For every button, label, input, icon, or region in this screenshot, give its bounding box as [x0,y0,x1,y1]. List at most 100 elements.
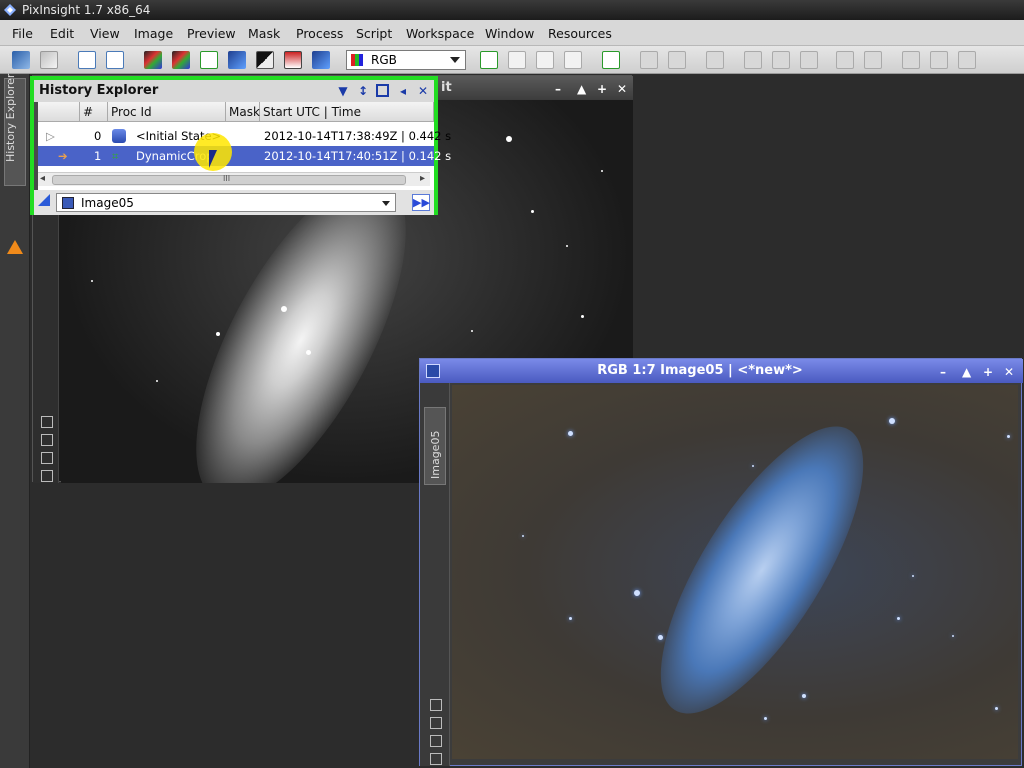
invert-icon[interactable] [256,51,274,69]
float-icon[interactable] [376,84,389,97]
menu-mask[interactable]: Mask [248,26,280,41]
close-icon[interactable]: ✕ [1004,365,1014,379]
shade-icon[interactable]: ▲ [577,82,586,96]
current-state-arrow-icon: ➔ [58,149,68,163]
initial-state-icon [112,129,126,143]
warning-icon[interactable] [7,240,23,254]
menu-window[interactable]: Window [485,26,534,41]
rgb-window-sidebar: Image05 [420,383,450,766]
app-title-bar: PixInsight 1.7 x86_64 [0,0,1024,20]
chevron-down-icon [382,201,390,206]
redo-icon[interactable] [40,51,58,69]
history-explorer-title: History Explorer [39,83,159,98]
history-horizontal-scrollbar[interactable]: ◂ III ▸ [38,172,430,186]
col-expander [38,102,80,122]
preview-icon[interactable] [312,51,330,69]
undo-icon[interactable] [12,51,30,69]
split-channels-icon[interactable] [172,51,190,69]
maximize-icon[interactable]: + [983,365,993,379]
menu-preview[interactable]: Preview [187,26,236,41]
pan-tool-icon[interactable] [430,717,442,729]
menu-process[interactable]: Process [296,26,343,41]
image-icon [62,197,74,209]
minimize-icon[interactable]: – [555,82,561,96]
menu-resources[interactable]: Resources [548,26,612,41]
expand-vertical-icon[interactable]: ↕ [356,84,370,98]
history-row-1[interactable]: ➔ 1 ⌗ DynamicCrop 2012-10-14T17:40:51Z |… [38,146,451,166]
distribute-icon[interactable] [864,51,882,69]
close-panel-icon[interactable]: ✕ [416,84,430,98]
fit-tool-icon[interactable] [41,470,53,482]
rgb-channels-icon[interactable] [144,51,162,69]
copy-icon[interactable] [536,51,554,69]
grayscale-window-title: it [441,80,452,95]
collapse-icon[interactable]: ▼ [336,84,350,98]
menu-script[interactable]: Script [356,26,392,41]
dock-left-icon[interactable]: ◂ [396,84,410,98]
new-preview-icon[interactable] [480,51,498,69]
paste-icon[interactable] [564,51,582,69]
align-icon[interactable] [836,51,854,69]
crop-icon: ⌗ [112,149,119,163]
zoom-tool-icon[interactable] [430,699,442,711]
edit-preview-icon[interactable] [508,51,526,69]
menu-view[interactable]: View [90,26,120,41]
menu-image[interactable]: Image [134,26,173,41]
image05-side-tab-label: Image05 [429,430,442,479]
channel-select-value: RGB [371,53,397,67]
restore-tool-icon[interactable] [430,735,442,747]
history-image-select-value: Image05 [81,196,134,210]
zoom-tool-icon[interactable] [41,416,53,428]
rgb-swatch-icon [351,54,363,66]
col-proc-id[interactable]: Proc Id [108,102,226,122]
pan-tool-icon[interactable] [41,434,53,446]
row-start: 2012-10-14T17:40:51Z | 0.142 s [264,149,452,163]
fit-view-icon[interactable] [744,51,762,69]
rgb-image-window[interactable]: RGB 1:7 Image05 | <*new*> – ▲ + ✕ Image0… [419,358,1023,766]
rgb-window-header[interactable]: RGB 1:7 Image05 | <*new*> – ▲ + ✕ [420,359,1023,383]
identifier-icon[interactable] [78,51,96,69]
clone-image-icon[interactable] [106,51,124,69]
channel-select[interactable]: RGB [346,50,466,70]
close-icon[interactable]: ✕ [617,82,627,96]
menu-file[interactable]: File [12,26,33,41]
shade-icon[interactable]: ▲ [962,365,971,379]
row-expander-icon[interactable]: ▷ [46,129,55,143]
restore-tool-icon[interactable] [41,452,53,464]
rgb-galaxy-image[interactable] [452,385,1018,759]
stf-icon[interactable] [228,51,246,69]
new-image-icon[interactable] [200,51,218,69]
history-row-0[interactable]: ▷ 0 <Initial State> 2012-10-14T17:38:49Z… [38,126,451,146]
row-index: 1 [94,149,102,163]
tile-icon[interactable] [902,51,920,69]
pan-icon[interactable] [706,51,724,69]
cascade-icon[interactable] [930,51,948,69]
col-start[interactable]: Start UTC | Time [260,102,434,122]
arrange-icon[interactable] [958,51,976,69]
zoom-in-icon[interactable] [640,51,658,69]
scroll-right-icon[interactable]: ▸ [420,173,425,184]
menu-workspace[interactable]: Workspace [406,26,474,41]
col-index[interactable]: # [80,102,108,122]
scroll-thumb[interactable]: III [52,174,406,185]
col-mask[interactable]: Mask [226,102,260,122]
row-index: 0 [94,129,102,143]
history-explorer-header[interactable]: History Explorer ▼ ↕ ◂ ✕ [34,80,434,102]
history-image-select[interactable]: Image05 [56,193,396,212]
left-dock: History Explorer [0,74,30,768]
history-explorer-dock-label: History Explorer [4,73,17,162]
fast-forward-icon[interactable]: ▶▶ [412,194,430,211]
zoom-1-1-icon[interactable] [772,51,790,69]
scroll-left-icon[interactable]: ◂ [40,173,45,184]
minimize-icon[interactable]: – [940,365,946,379]
mask-icon[interactable] [284,51,302,69]
readout-icon[interactable] [602,51,620,69]
process-icon[interactable] [38,194,50,206]
maximize-icon[interactable]: + [597,82,607,96]
mouse-cursor-icon [209,150,217,168]
scroll-grip: III [223,174,231,183]
zoom-out-icon[interactable] [668,51,686,69]
fullscreen-icon[interactable] [800,51,818,69]
fit-tool-icon[interactable] [430,753,442,765]
menu-edit[interactable]: Edit [50,26,74,41]
